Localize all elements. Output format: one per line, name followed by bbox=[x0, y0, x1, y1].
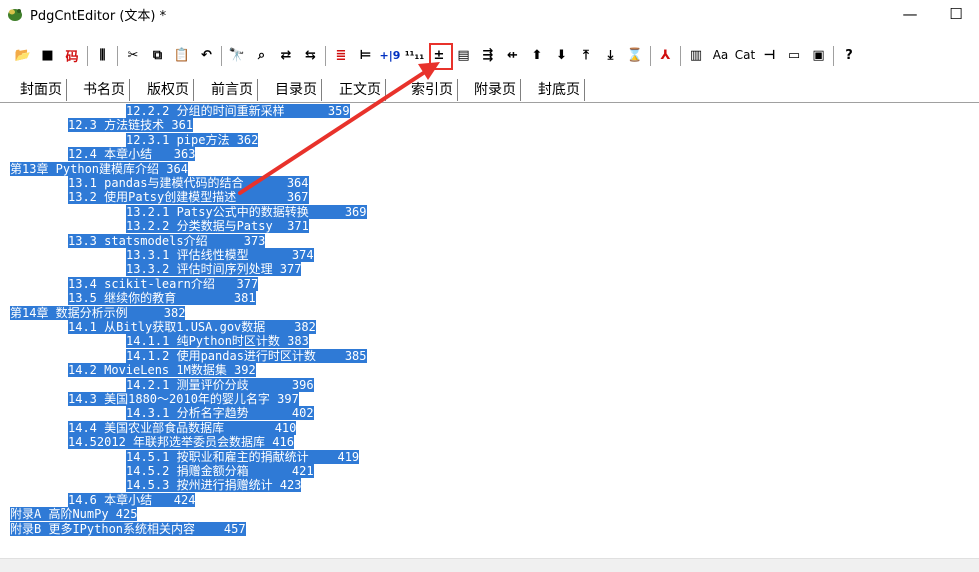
toolbar-separator bbox=[221, 46, 222, 66]
toc-line[interactable]: 14.3.1 分析名字趋势 402 bbox=[126, 406, 314, 421]
find-icon[interactable]: 🔭 bbox=[226, 44, 248, 66]
tab-4[interactable]: 前言页 bbox=[207, 79, 258, 101]
align-tree-icon[interactable]: ⊨ bbox=[355, 44, 377, 66]
toc-line[interactable]: 14.2 MovieLens 1M数据集 392 bbox=[68, 363, 256, 378]
page-icon[interactable]: ⫼ bbox=[92, 44, 114, 66]
indent-decrease-icon[interactable]: ⇷ bbox=[502, 44, 524, 66]
toc-line[interactable]: 第14章 数据分析示例 382 bbox=[10, 305, 186, 320]
toolbar-separator bbox=[86, 46, 88, 66]
replace-all-icon[interactable]: ⇆ bbox=[300, 44, 322, 66]
merge-up-icon[interactable]: ⤒ bbox=[575, 44, 597, 66]
font-icon[interactable]: Aa bbox=[710, 44, 732, 66]
move-up-icon[interactable]: ⬆ bbox=[526, 44, 548, 66]
number-icon[interactable]: ¹¹₁₁ bbox=[404, 44, 426, 66]
toc-line[interactable]: 13.3.1 评估线性模型 374 bbox=[126, 248, 314, 262]
replace-icon[interactable]: ⇄ bbox=[275, 44, 297, 66]
toc-line[interactable]: 14.1.2 使用pandas进行时区计数 385 bbox=[126, 348, 367, 363]
toc-line[interactable]: 13.2.2 分类数据与Patsy 371 bbox=[126, 219, 309, 234]
toc-line[interactable]: 12.4 本章小结 363 bbox=[68, 147, 196, 162]
toc-line[interactable]: 14.2.1 测量评价分歧 396 bbox=[126, 377, 314, 392]
paste-icon[interactable]: 📋 bbox=[171, 44, 193, 66]
toc-line[interactable]: 12.3.1 pipe方法 362 bbox=[126, 132, 259, 147]
toc-line[interactable]: 13.3 statsmodels介绍 373 bbox=[68, 233, 266, 248]
app-icon bbox=[8, 9, 22, 21]
monitor-icon[interactable]: ▣ bbox=[808, 44, 830, 66]
toc-line[interactable]: 12.3 方法链技术 361 bbox=[68, 118, 194, 133]
tab-3[interactable]: 版权页 bbox=[143, 79, 194, 101]
toc-line[interactable]: 14.4 美国农业部食品数据库 410 bbox=[68, 420, 297, 435]
page-offset-icon[interactable]: +|9 bbox=[379, 44, 401, 66]
cat-label[interactable]: Cat bbox=[734, 44, 756, 66]
toc-line[interactable]: 12.2.2 分组的时间重新采样 359 bbox=[126, 104, 350, 118]
tab-8[interactable]: 附录页 bbox=[470, 79, 521, 101]
toc-line[interactable]: 14.5.3 按州进行捐赠统计 423 bbox=[126, 478, 302, 493]
document-icon[interactable]: ▤ bbox=[453, 44, 475, 66]
toolbar-separator bbox=[833, 46, 834, 66]
toc-line[interactable]: 附录A 高阶NumPy 425 bbox=[10, 507, 138, 522]
expand-icon[interactable]: ⌛ bbox=[624, 44, 646, 66]
tab-9[interactable]: 封底页 bbox=[534, 79, 585, 101]
tab-7[interactable]: 索引页 bbox=[407, 79, 458, 101]
copy-icon[interactable]: ⧉ bbox=[147, 44, 169, 66]
horizontal-scrollbar[interactable] bbox=[0, 558, 979, 572]
highlight-box bbox=[429, 43, 453, 70]
columns-icon[interactable]: ▥ bbox=[685, 44, 707, 66]
align-left-icon[interactable]: ≣ bbox=[330, 44, 352, 66]
toc-line[interactable]: 13.2.1 Patsy公式中的数据转换 369 bbox=[126, 204, 367, 219]
tab-6[interactable]: 正文页 bbox=[335, 79, 386, 101]
merge-down-icon[interactable]: ⤓ bbox=[600, 44, 622, 66]
indent-increase-icon[interactable]: ⇶ bbox=[477, 44, 499, 66]
pin-icon[interactable]: ⊣ bbox=[759, 44, 781, 66]
toc-line[interactable]: 14.52012 年联邦选举委员会数据库 416 bbox=[68, 435, 294, 450]
toolbar-separator bbox=[117, 46, 118, 66]
tab-5[interactable]: 目录页 bbox=[271, 79, 322, 101]
encoding-icon[interactable]: 码 bbox=[61, 44, 83, 66]
toc-line[interactable]: 13.2 使用Patsy创建模型描述 367 bbox=[68, 190, 309, 205]
title-bar: PdgCntEditor (文本) * — ☐ bbox=[0, 0, 979, 28]
toc-line[interactable]: 13.4 scikit-learn介绍 377 bbox=[68, 276, 259, 291]
tab-1[interactable]: 封面页 bbox=[16, 79, 67, 101]
window-icon[interactable]: ▭ bbox=[783, 44, 805, 66]
text-editor[interactable]: 12.2.2 分组的时间重新采样 359 12.3 方法链技术 361 12.3.1… bbox=[10, 104, 979, 558]
toc-line[interactable]: 14.3 美国1880～2010年的婴儿名字 397 bbox=[68, 392, 299, 406]
help-icon[interactable]: ? bbox=[838, 44, 860, 66]
toc-line[interactable]: 附录B 更多IPython系统相关内容 457 bbox=[10, 521, 246, 536]
toolbar-separator bbox=[680, 46, 681, 66]
cut-icon[interactable]: ✂ bbox=[122, 44, 144, 66]
move-down-icon[interactable]: ⬇ bbox=[551, 44, 573, 66]
save-icon[interactable]: ■ bbox=[37, 44, 59, 66]
toc-line[interactable]: 第13章 Python建模库介绍 364 bbox=[10, 161, 188, 176]
toolbar-separator bbox=[649, 46, 651, 66]
toc-line[interactable]: 14.5.1 按职业和雇主的捐献统计 419 bbox=[126, 449, 360, 464]
open-icon[interactable]: 📂 bbox=[12, 44, 34, 66]
toc-line[interactable]: 14.5.2 捐赠金额分箱 421 bbox=[126, 464, 314, 478]
toc-line[interactable]: 13.5 继续你的教育 381 bbox=[68, 291, 256, 306]
undo-icon[interactable]: ↶ bbox=[196, 44, 218, 66]
find-next-icon[interactable]: ⌕ bbox=[251, 44, 273, 66]
window-title: PdgCntEditor (文本) * bbox=[30, 9, 167, 24]
minimize-button[interactable]: — bbox=[887, 0, 933, 28]
tab-2[interactable]: 书名页 bbox=[79, 79, 130, 101]
toc-line[interactable]: 13.1 pandas与建模代码的结合 364 bbox=[68, 176, 309, 190]
tab-strip: 封面页 书名页 版权页 前言页 目录页 正文页 索引页 附录页 封底页 bbox=[0, 78, 979, 103]
maximize-button[interactable]: ☐ bbox=[933, 0, 979, 28]
toolbar-separator bbox=[325, 46, 326, 66]
toolbar: 📂 ■ 码 ⫼ ✂ ⧉ 📋 ↶ 🔭 ⌕ ⇄ ⇆ ≣ ⊨ +|9 ¹¹₁₁ ± ▤ ⇶ ⇷ ⬆ ⬇ ⤒ ⤓ ⌛ ⅄ ▥ Aa Cat ⊣ ▭ ▣… bbox=[0, 40, 979, 72]
toc-line[interactable]: 14.6 本章小结 424 bbox=[68, 492, 196, 507]
toc-line[interactable]: 14.1 从Bitly获取1.USA.gov数据 382 bbox=[68, 320, 316, 334]
toc-line[interactable]: 14.1.1 纯Python时区计数 383 bbox=[126, 334, 309, 349]
toc-line[interactable]: 13.3.2 评估时间序列处理 377 bbox=[126, 262, 302, 277]
pdf-icon[interactable]: ⅄ bbox=[655, 44, 677, 66]
